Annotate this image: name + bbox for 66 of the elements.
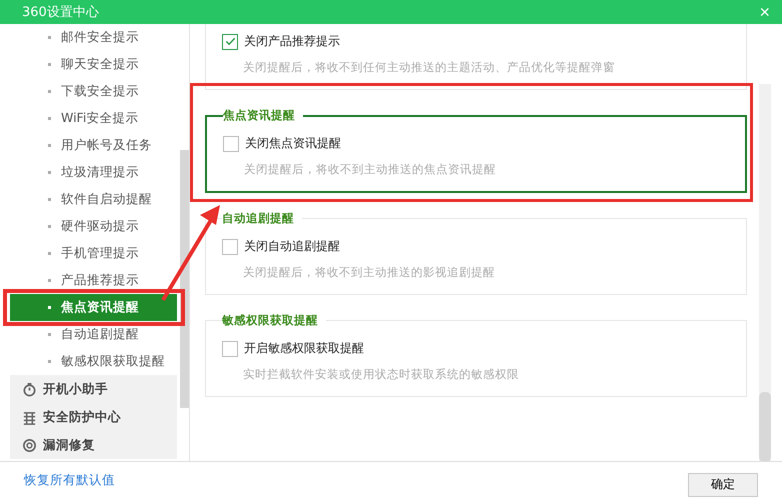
bullet-icon [48,117,51,120]
checkbox[interactable] [222,238,238,254]
sidebar-item[interactable]: 焦点资讯提醒 [10,294,178,321]
sidebar-item[interactable]: 敏感权限获取提醒 [10,348,178,375]
sidebar-item[interactable]: 用户帐号及任务 [10,132,178,159]
bullet-icon [48,252,51,255]
sidebar-item-label: WiFi安全提示 [61,110,138,127]
check-icon [224,35,236,48]
sidebar-item[interactable]: 聊天安全提示 [10,51,178,78]
bullet-icon [48,333,51,336]
sidebar-item-label: 手机管理提示 [61,245,139,262]
bullet-icon [48,279,51,282]
bullet-icon [48,144,51,147]
sidebar-group-label: 开机小助手 [43,380,108,398]
bullet-icon [48,198,51,201]
sidebar-item-label: 聊天安全提示 [61,56,139,73]
option-description: 关闭提醒后，将收不到任何主动推送的主题活动、产品优化等提醒弹窗 [243,60,616,75]
sidebar-item[interactable]: 邮件安全提示 [10,24,178,51]
sidebar-item-label: 垃圾清理提示 [61,164,139,181]
checkbox[interactable] [222,340,238,356]
scrollbar-thumb[interactable] [180,150,189,408]
bullet-icon [48,90,51,93]
sidebar-item-label: 焦点资讯提醒 [61,299,139,316]
sidebar-group[interactable]: 安全防护中心 [10,403,178,431]
stopwatch-icon [22,382,37,396]
sidebar-item-label: 邮件安全提示 [61,29,139,46]
ok-button[interactable]: 确定 [688,472,758,496]
sidebar-item-label: 硬件驱动提示 [61,218,139,235]
sidebar-group-label: 漏洞修复 [43,436,95,454]
sidebar-item-label: 产品推荐提示 [61,272,139,289]
option-description: 实时拦截软件安装或使用状态时获取系统的敏感权限 [243,367,520,382]
bullet-icon [48,171,51,174]
sidebar-item[interactable]: 手机管理提示 [10,240,178,267]
sidebar-item-label: 下载安全提示 [61,83,139,100]
option-description: 关闭提醒后，将收不到主动推送的影视追剧提醒 [243,265,496,280]
bullet-icon [48,63,51,66]
sidebar-item-label: 用户帐号及任务 [61,137,152,154]
grid-icon [22,410,37,424]
option-description: 关闭提醒后，将收不到主动推送的焦点资讯提醒 [244,162,497,177]
sidebar-item[interactable]: 自动追剧提醒 [10,321,178,348]
bullet-icon [48,306,51,309]
sidebar-group-label: 安全防护中心 [43,408,121,426]
restore-defaults-link[interactable]: 恢复所有默认值 [24,472,115,489]
sidebar-item-label: 软件自启动提醒 [61,191,152,208]
checkbox-option[interactable]: 开启敏感权限获取提醒 [222,340,730,357]
checkbox[interactable] [222,34,238,50]
bullet-icon [48,36,51,39]
scrollbar-thumb[interactable] [759,392,771,462]
bullet-icon [48,225,51,228]
sidebar-item[interactable]: 下载安全提示 [10,78,178,105]
sidebar-item[interactable]: WiFi安全提示 [10,105,178,132]
sidebar-item-label: 自动追剧提醒 [61,326,139,343]
checkbox-option[interactable]: 关闭产品推荐提示 [222,33,730,50]
window-title: 360设置中心 [22,4,99,21]
sidebar-group[interactable]: 开机小助手 [10,375,178,403]
circle-icon [22,438,37,452]
sidebar-group[interactable]: 漏洞修复 [10,431,178,459]
checkbox-option[interactable]: 关闭焦点资讯提醒 [223,135,729,152]
sidebar-item-label: 敏感权限获取提醒 [61,353,165,370]
sidebar-item[interactable]: 垃圾清理提示 [10,159,178,186]
sidebar-item[interactable]: 硬件驱动提示 [10,213,178,240]
sidebar-item[interactable]: 软件自启动提醒 [10,186,178,213]
bullet-icon [48,360,51,363]
checkbox-option[interactable]: 关闭自动追剧提醒 [222,238,730,255]
checkbox[interactable] [223,136,239,152]
sidebar-item[interactable]: 产品推荐提示 [10,267,178,294]
